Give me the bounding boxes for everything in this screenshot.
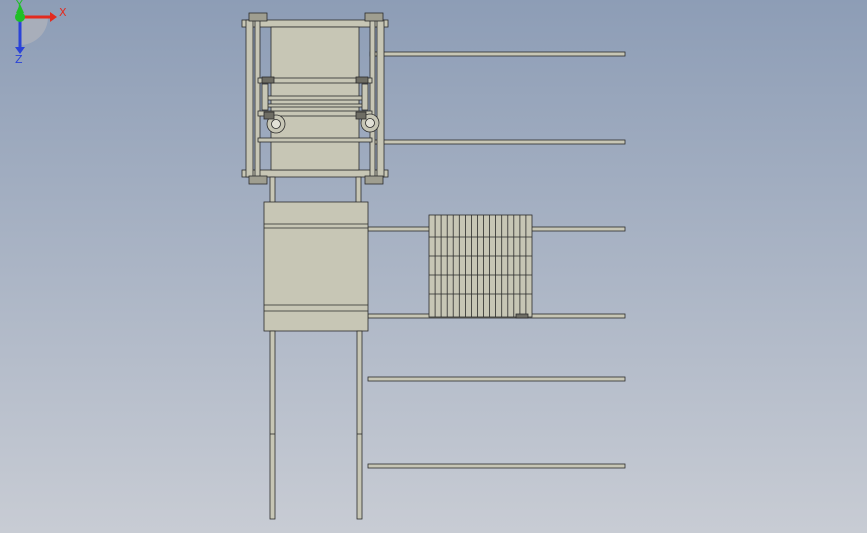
side-bracket-right[interactable] (361, 83, 369, 111)
grille-block[interactable] (428, 214, 533, 319)
corner-block-top-left[interactable] (248, 12, 268, 22)
upper-crossbar-1[interactable] (257, 77, 373, 84)
wheel-right-mount[interactable] (355, 111, 367, 120)
guide-rail-1[interactable] (369, 51, 626, 57)
triad-shadow (20, 17, 48, 45)
grille-outer[interactable] (428, 214, 533, 318)
guide-rail-5[interactable] (367, 376, 626, 382)
corner-block-bottom-left[interactable] (248, 175, 268, 185)
z-axis-label: Z (15, 53, 23, 66)
guide-rail-6[interactable] (367, 463, 626, 469)
upper-frame-left-post-inner[interactable] (254, 19, 261, 178)
guide-rail-2[interactable] (369, 139, 626, 145)
clamp-left[interactable] (261, 76, 275, 84)
wheel-right-hub (365, 118, 375, 128)
wheel-left-mount[interactable] (263, 111, 275, 120)
wheel-left-hub (271, 119, 281, 129)
model-canvas[interactable] (0, 0, 867, 533)
lower-leg-right[interactable] (356, 330, 363, 520)
center-box[interactable] (263, 201, 369, 332)
upper-crossbar-3[interactable] (263, 103, 365, 108)
cad-viewport[interactable]: X Y Z (0, 0, 867, 533)
upper-frame-right-post[interactable] (376, 19, 385, 178)
upper-crossbar-2[interactable] (263, 95, 365, 101)
upper-frame-right-post-inner[interactable] (369, 19, 376, 178)
upper-crossbar-5[interactable] (257, 137, 373, 143)
corner-block-bottom-right[interactable] (364, 175, 384, 185)
side-bracket-left[interactable] (261, 83, 269, 111)
center-box-body[interactable] (263, 201, 369, 332)
upper-frame-left-post[interactable] (245, 19, 254, 178)
lower-leg-left[interactable] (269, 330, 276, 520)
upper-link-right[interactable] (355, 176, 362, 204)
upper-link-left[interactable] (269, 176, 276, 204)
corner-block-top-right[interactable] (364, 12, 384, 22)
x-axis-label: X (59, 6, 67, 19)
coordinate-triad: X Y Z (15, 0, 67, 66)
clamp-right[interactable] (355, 76, 369, 84)
y-axis-label: Y (15, 0, 23, 11)
grille-foot[interactable] (515, 313, 529, 319)
